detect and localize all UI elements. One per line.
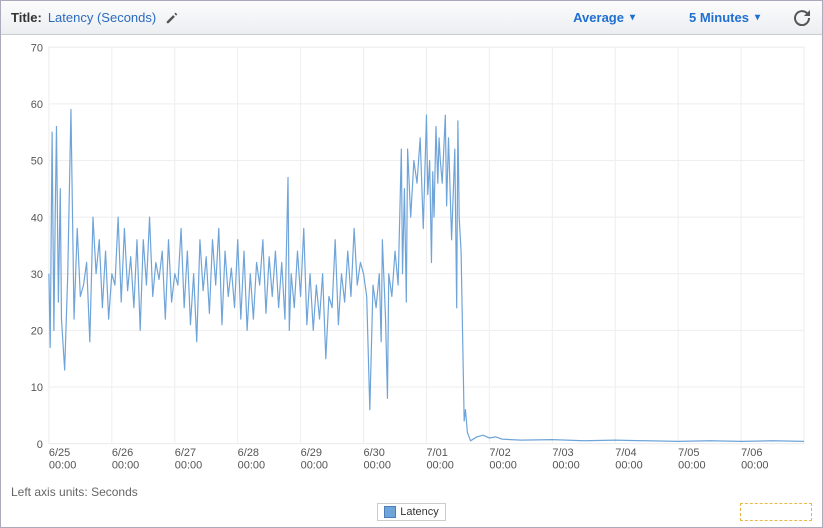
svg-text:7/01: 7/01 (426, 447, 447, 459)
svg-text:6/28: 6/28 (238, 447, 259, 459)
svg-text:00:00: 00:00 (615, 459, 642, 471)
svg-text:00:00: 00:00 (489, 459, 516, 471)
svg-text:00:00: 00:00 (364, 459, 391, 471)
svg-text:00:00: 00:00 (49, 459, 76, 471)
svg-text:7/06: 7/06 (741, 447, 762, 459)
svg-text:00:00: 00:00 (112, 459, 139, 471)
svg-text:6/27: 6/27 (175, 447, 196, 459)
svg-text:0: 0 (37, 439, 43, 451)
svg-text:6/29: 6/29 (301, 447, 322, 459)
title-value[interactable]: Latency (Seconds) (48, 10, 156, 25)
period-label: 5 Minutes (689, 10, 749, 25)
aggregation-label: Average (573, 10, 624, 25)
period-dropdown[interactable]: 5 Minutes ▾ (683, 6, 766, 29)
legend-swatch (384, 506, 396, 518)
svg-text:00:00: 00:00 (678, 459, 705, 471)
svg-text:70: 70 (31, 42, 43, 54)
chart-header: Title: Latency (Seconds) Average ▾ 5 Min… (1, 1, 822, 35)
svg-text:6/26: 6/26 (112, 447, 133, 459)
chart-svg: 0102030405060706/2500:006/2600:006/2700:… (11, 41, 812, 477)
svg-text:30: 30 (31, 269, 43, 281)
chart-area[interactable]: 0102030405060706/2500:006/2600:006/2700:… (11, 41, 812, 477)
svg-text:6/30: 6/30 (364, 447, 385, 459)
selection-box[interactable] (740, 503, 812, 521)
svg-text:6/25: 6/25 (49, 447, 70, 459)
svg-text:7/02: 7/02 (489, 447, 510, 459)
svg-text:7/05: 7/05 (678, 447, 699, 459)
svg-text:00:00: 00:00 (741, 459, 768, 471)
svg-text:7/04: 7/04 (615, 447, 636, 459)
aggregation-dropdown[interactable]: Average ▾ (567, 6, 641, 29)
legend-label: Latency (400, 506, 439, 518)
svg-text:40: 40 (31, 212, 43, 224)
chevron-down-icon: ▾ (630, 12, 635, 23)
svg-text:00:00: 00:00 (238, 459, 265, 471)
svg-text:7/03: 7/03 (552, 447, 573, 459)
chevron-down-icon: ▾ (755, 12, 760, 23)
svg-text:00:00: 00:00 (301, 459, 328, 471)
svg-text:00:00: 00:00 (426, 459, 453, 471)
pencil-icon[interactable] (162, 8, 182, 28)
refresh-icon[interactable] (792, 8, 812, 28)
svg-text:20: 20 (31, 325, 43, 337)
svg-text:50: 50 (31, 155, 43, 167)
svg-text:60: 60 (31, 99, 43, 111)
svg-text:00:00: 00:00 (552, 459, 579, 471)
title-label: Title: (11, 10, 42, 25)
svg-text:10: 10 (31, 382, 43, 394)
legend[interactable]: Latency (377, 503, 446, 521)
chart-panel: Title: Latency (Seconds) Average ▾ 5 Min… (0, 0, 823, 528)
axis-units: Left axis units: Seconds (11, 485, 812, 499)
svg-text:00:00: 00:00 (175, 459, 202, 471)
